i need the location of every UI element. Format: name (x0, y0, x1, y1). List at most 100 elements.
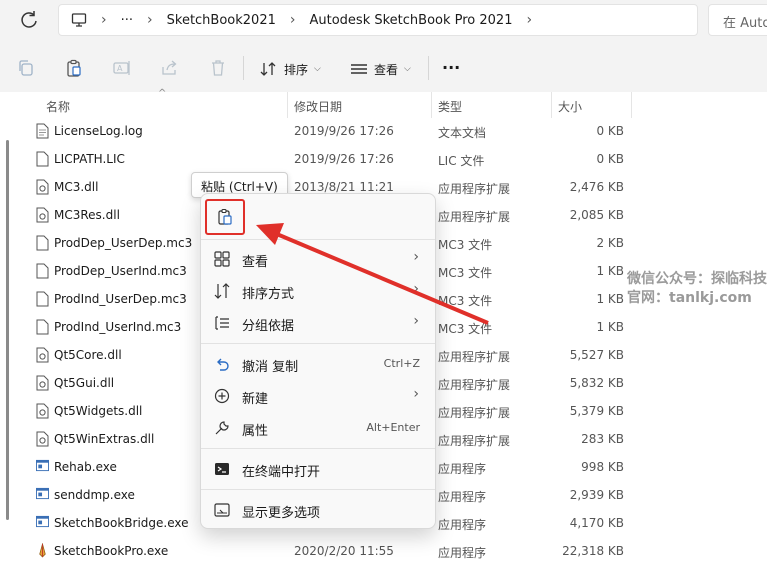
file-name: LicenseLog.log (54, 124, 143, 138)
file-name-cell: ProdDep_UserInd.mc3 (36, 263, 187, 279)
more-options-button[interactable]: ··· (442, 55, 460, 79)
rename-icon[interactable]: A (112, 58, 132, 78)
file-type: 文本文档 (438, 126, 487, 140)
dll-file-icon (36, 179, 49, 195)
file-name: SketchBookPro.exe (54, 544, 169, 558)
file-size: 1 KB (596, 320, 624, 334)
menu-item-shortcut: Ctrl+Z (383, 357, 420, 370)
file-size: 2,085 KB (569, 208, 624, 222)
menu-item-open-terminal[interactable]: 在终端中打开 (201, 454, 435, 484)
table-row[interactable]: LICPATH.LIC 2019/9/26 17:26 LIC 文件 0 KB (0, 146, 767, 174)
group-by-icon (215, 316, 229, 330)
menu-separator (201, 489, 435, 490)
file-name-cell: ProdInd_UserDep.mc3 (36, 291, 187, 307)
menu-item-undo-copy[interactable]: 撤消 复制 Ctrl+Z (201, 349, 435, 379)
dll-file-icon (36, 375, 49, 391)
file-date: 2019/9/26 17:26 (294, 152, 394, 166)
file-name-cell: Qt5Core.dll (36, 347, 122, 363)
column-divider[interactable] (631, 92, 632, 118)
file-name: MC3Res.dll (54, 208, 120, 222)
breadcrumb-current-folder[interactable]: Autodesk SketchBook Pro 2021 (309, 13, 512, 28)
file-type: 应用程序扩展 (438, 182, 511, 196)
view-button[interactable]: 查看 ⌵ (350, 57, 411, 81)
file-name: Qt5WinExtras.dll (54, 432, 155, 446)
file-type: 应用程序扩展 (438, 406, 511, 420)
file-name: ProdInd_UserInd.mc3 (54, 320, 182, 334)
file-type: 应用程序扩展 (438, 350, 511, 364)
file-name: MC3.dll (54, 180, 99, 194)
toolbar-divider (243, 56, 244, 80)
table-row[interactable]: SketchBookPro.exe 2020/2/20 11:55 应用程序 22,3… (0, 538, 767, 566)
sort-button[interactable]: 排序 ⌵ (260, 57, 321, 81)
column-divider[interactable] (431, 92, 432, 118)
column-header-size[interactable]: 大小 (558, 98, 582, 116)
file-size: 2,939 KB (569, 488, 624, 502)
view-list-icon (351, 64, 367, 74)
file-name: Qt5Gui.dll (54, 376, 115, 390)
menu-paste-button[interactable] (205, 199, 245, 235)
file-name-cell: Qt5Gui.dll (36, 375, 114, 391)
menu-separator (201, 448, 435, 449)
file-type: MC3 文件 (438, 238, 493, 252)
file-name-cell: senddmp.exe (36, 487, 135, 503)
address-bar[interactable]: › ··· › SketchBook2021 › Autodesk Sketch… (58, 4, 698, 36)
dll-file-icon (36, 431, 49, 447)
sort-ascending-caret-icon: ^ (158, 88, 167, 99)
delete-icon[interactable] (208, 58, 228, 78)
file-size: 5,832 KB (569, 376, 624, 390)
watermark: 微信公众号：探临科技 官网：tanlkj.com (627, 270, 767, 308)
menu-item-label: 排序方式 (242, 287, 295, 302)
file-size: 5,527 KB (569, 348, 624, 362)
view-label: 查看 (374, 62, 399, 77)
chevron-right-icon: › (413, 281, 419, 297)
watermark-line-2: 官网：tanlkj.com (627, 290, 752, 306)
file-name-cell: MC3Res.dll (36, 207, 120, 223)
chevron-right-icon[interactable]: › (526, 12, 532, 28)
undo-icon (217, 358, 229, 371)
column-header-type[interactable]: 类型 (438, 98, 462, 116)
file-type: MC3 文件 (438, 322, 493, 336)
sort-label: 排序 (284, 62, 309, 77)
menu-separator (201, 239, 435, 240)
search-input[interactable]: 在 Autodesk SketchBook Pro 2021 中搜索 (708, 4, 767, 36)
file-name: ProdDep_UserDep.mc3 (54, 236, 193, 250)
dll-file-icon (36, 403, 49, 419)
menu-item-new[interactable]: 新建 › (201, 381, 435, 411)
menu-item-show-more-options[interactable]: 显示更多选项 (201, 495, 435, 525)
file-size: 2 KB (596, 236, 624, 250)
file-size: 2,476 KB (569, 180, 624, 194)
column-divider[interactable] (287, 92, 288, 118)
table-row[interactable]: LicenseLog.log 2019/9/26 17:26 文本文档 0 KB (0, 118, 767, 146)
show-more-icon (214, 503, 230, 517)
share-icon[interactable] (160, 58, 180, 78)
paste-icon[interactable] (64, 58, 84, 78)
file-size: 0 KB (596, 124, 624, 138)
file-type: 应用程序 (438, 490, 487, 504)
menu-item-group-by[interactable]: 分组依据 › (201, 308, 435, 338)
breadcrumb-sketchbook2021[interactable]: SketchBook2021 (167, 13, 276, 28)
column-header-date[interactable]: 修改日期 (294, 98, 342, 116)
breadcrumb-ellipsis[interactable]: ··· (121, 13, 133, 28)
menu-item-label: 显示更多选项 (242, 506, 321, 521)
chevron-right-icon: › (289, 12, 296, 28)
file-name-cell: ProdInd_UserInd.mc3 (36, 319, 181, 335)
chevron-right-icon: › (413, 249, 419, 265)
file-name: Rehab.exe (54, 460, 117, 474)
menu-item-view[interactable]: 查看 › (201, 244, 435, 274)
text-file-icon (36, 123, 49, 139)
dll-file-icon (36, 207, 49, 223)
menu-item-label: 撤消 复制 (242, 360, 299, 375)
menu-item-label: 属性 (242, 424, 269, 439)
copy-icon[interactable] (16, 58, 36, 78)
file-name: SketchBookBridge.exe (54, 516, 189, 530)
column-header-name[interactable]: 名称 (46, 98, 70, 116)
column-divider[interactable] (551, 92, 552, 118)
menu-item-sort-by[interactable]: 排序方式 › (201, 276, 435, 306)
menu-item-properties[interactable]: 属性 Alt+Enter (201, 413, 435, 443)
refresh-icon[interactable] (18, 9, 40, 31)
file-size: 0 KB (596, 152, 624, 166)
file-date: 2019/9/26 17:26 (294, 124, 394, 138)
chevron-right-icon: › (413, 313, 419, 329)
blank-file-icon (36, 263, 49, 279)
menu-item-label: 新建 (242, 392, 269, 407)
